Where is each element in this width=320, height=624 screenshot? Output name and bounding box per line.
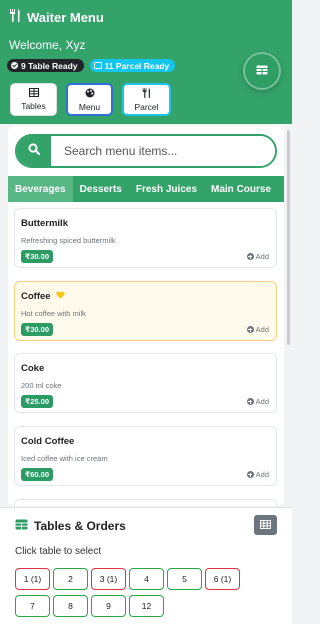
item-description: Refreshing spiced buttermilk [21, 236, 116, 245]
palette-icon [85, 88, 95, 100]
table-button[interactable]: 8 [53, 595, 88, 617]
tables-row: 7 8 9 12 [15, 595, 164, 617]
item-price: ₹60.00 [21, 468, 53, 481]
menu-panel: Beverages Desserts Fresh Juices Main Cou… [8, 126, 284, 506]
tables-ready-badge: 9 Table Ready [7, 59, 84, 72]
table-grid-icon [256, 62, 268, 80]
item-description: Iced coffee with ice cream [21, 454, 108, 463]
table-button[interactable]: 4 [129, 568, 164, 590]
search-bar [15, 134, 277, 168]
item-price: ₹30.00 [21, 250, 53, 263]
item-price: ₹30.00 [21, 323, 53, 336]
item-description: Hot coffee with milk [21, 309, 86, 318]
tables-title-text: Tables & Orders [34, 519, 126, 533]
box-icon [93, 62, 102, 69]
table-grid-icon [260, 516, 271, 534]
menu-items-list: Buttermilk Refreshing spiced buttermilk … [8, 208, 284, 506]
tab-beverages[interactable]: Beverages [8, 176, 73, 202]
search-input[interactable] [51, 136, 275, 166]
tables-nav-button[interactable]: Tables [10, 83, 57, 116]
item-name: Cold Coffee [21, 436, 75, 447]
menu-item-card[interactable]: Coffee Hot coffee with milk ₹30.00 Add [14, 281, 277, 341]
category-tabs: Beverages Desserts Fresh Juices Main Cou… [8, 176, 284, 202]
welcome-text: Welcome, Xyz [9, 38, 86, 52]
utensils-icon [142, 87, 151, 100]
add-button[interactable]: Add [246, 252, 269, 261]
table-button[interactable]: 9 [91, 595, 126, 617]
table-button[interactable]: 7 [15, 595, 50, 617]
item-description: 200 ml coke [21, 381, 62, 390]
tables-section: Tables & Orders Click table to select 1 … [0, 507, 292, 624]
add-button[interactable]: Add [246, 397, 269, 406]
search-button[interactable] [17, 136, 51, 166]
parcel-ready-badge: 11 Parcel Ready [89, 59, 176, 72]
table-button[interactable]: 1 (1) [15, 568, 50, 590]
plus-circle-icon [246, 326, 254, 333]
plus-circle-icon [246, 253, 254, 260]
table-button[interactable]: 12 [129, 595, 164, 617]
table-button[interactable]: 3 (1) [91, 568, 126, 590]
table-button[interactable]: 6 (1) [205, 568, 240, 590]
add-button[interactable]: Add [246, 470, 269, 479]
parcel-nav-button[interactable]: Parcel [122, 83, 171, 116]
menu-nav-button[interactable]: Menu [66, 83, 113, 116]
tables-fab-button[interactable] [243, 52, 281, 90]
tab-desserts[interactable]: Desserts [73, 176, 129, 202]
item-name: Coke [21, 363, 45, 374]
tables-layout-button[interactable] [254, 515, 277, 535]
add-button[interactable]: Add [246, 325, 269, 334]
menu-item-card[interactable]: Cold Coffee Iced coffee with ice cream ₹… [14, 426, 277, 486]
search-icon [28, 142, 41, 160]
tables-nav-label: Tables [21, 101, 46, 111]
app-title-text: Waiter Menu [27, 9, 104, 25]
utensils-icon [9, 9, 21, 25]
status-badges: 9 Table Ready 11 Parcel Ready [7, 59, 176, 72]
item-name: Coffee [21, 291, 65, 302]
tables-section-title: Tables & Orders [15, 519, 126, 533]
tables-hint: Click table to select [15, 546, 102, 557]
table-button[interactable]: 5 [167, 568, 202, 590]
table-grid-icon [28, 88, 39, 99]
table-button[interactable]: 2 [53, 568, 88, 590]
item-price: ₹25.00 [21, 395, 53, 408]
heart-icon [55, 291, 65, 302]
nav-buttons: Tables Menu Parcel [10, 83, 171, 116]
plus-circle-icon [246, 398, 254, 405]
parcel-ready-text: 11 Parcel Ready [104, 60, 170, 71]
scrollbar[interactable] [287, 130, 290, 345]
table-grid-icon [15, 519, 28, 533]
tab-fresh-juices[interactable]: Fresh Juices [129, 176, 204, 202]
item-name: Buttermilk [21, 218, 68, 229]
menu-nav-label: Menu [78, 101, 101, 112]
tables-ready-text: 9 Table Ready [21, 60, 78, 71]
tables-row: 1 (1) 2 3 (1) 4 5 6 (1) [15, 568, 240, 590]
menu-item-card[interactable]: Buttermilk Refreshing spiced buttermilk … [14, 208, 277, 268]
parcel-nav-label: Parcel [134, 101, 159, 112]
plus-circle-icon [246, 471, 254, 478]
check-circle-icon [11, 62, 18, 69]
app-header: Waiter Menu Welcome, Xyz 9 Table Ready 1… [0, 0, 292, 124]
tab-main-course[interactable]: Main Course [204, 176, 278, 202]
app-title: Waiter Menu [9, 9, 104, 25]
menu-item-card[interactable] [14, 499, 277, 506]
menu-item-card[interactable]: Coke 200 ml coke ₹25.00 Add [14, 353, 277, 413]
